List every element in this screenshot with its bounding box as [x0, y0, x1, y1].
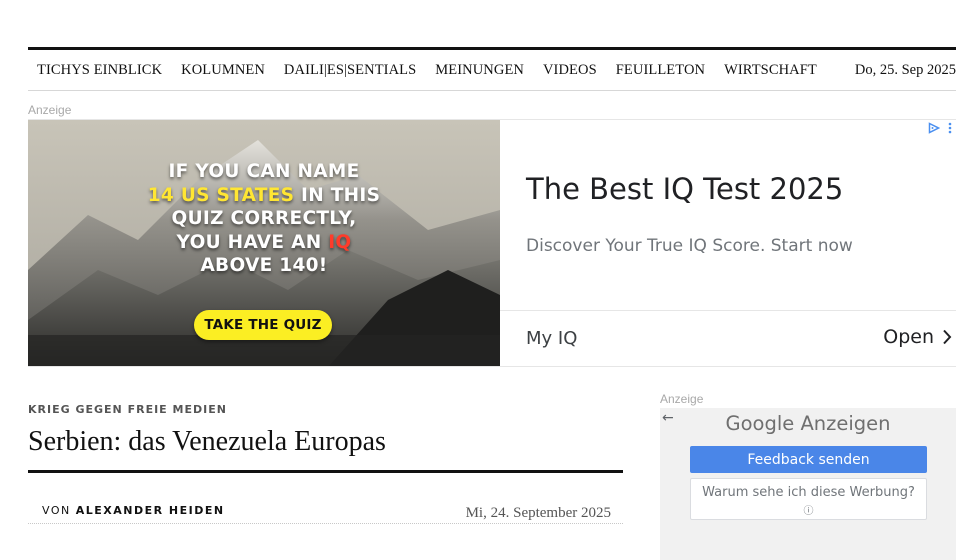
ad-brand[interactable]: My IQ	[526, 328, 577, 349]
adchoices-icon[interactable]	[928, 122, 940, 134]
byline-rule	[28, 523, 623, 524]
ad-headline-line-4-pre: YOU HAVE AN	[176, 231, 329, 253]
info-icon: ⓘ	[803, 506, 814, 517]
nav-item-meinungen[interactable]: MEINUNGEN	[435, 62, 524, 79]
ad-image[interactable]: IF YOU CAN NAME 14 US STATES IN THIS QUI…	[28, 120, 500, 367]
nav-item-kolumnen[interactable]: KOLUMNEN	[181, 62, 265, 79]
why-this-ad-button[interactable]: Warum sehe ich diese Werbung? ⓘ	[690, 478, 927, 520]
ad-label: Anzeige	[28, 103, 72, 117]
article-byline: VON ALEXANDER HEIDEN	[42, 504, 225, 517]
sidebar-ad-label: Anzeige	[660, 392, 704, 406]
ad-bottom-rule	[28, 366, 956, 367]
ad-text-panel[interactable]: The Best IQ Test 2025 Discover Your True…	[500, 120, 956, 367]
ad-choices[interactable]	[928, 122, 952, 134]
google-wordmark: Google	[725, 412, 795, 435]
sidebar-ad-feedback: ← Google Anzeigen Feedback senden Warum …	[660, 408, 956, 560]
nav-item-wirtschaft[interactable]: WIRTSCHAFT	[724, 62, 817, 79]
ad-title[interactable]: The Best IQ Test 2025	[526, 172, 843, 206]
article-kicker[interactable]: KRIEG GEGEN FREIE MEDIEN	[28, 403, 227, 416]
nav-item-videos[interactable]: VIDEOS	[543, 62, 597, 79]
ad-open-button[interactable]: Open	[883, 326, 952, 348]
byline-prefix: VON	[42, 504, 71, 517]
current-date: Do, 25. Sep 2025	[854, 61, 956, 78]
ad-description[interactable]: Discover Your True IQ Score. Start now	[526, 236, 853, 256]
more-vert-icon[interactable]	[948, 122, 952, 134]
ad-headline-line-3: QUIZ CORRECTLY,	[171, 208, 357, 229]
take-quiz-button[interactable]: TAKE THE QUIZ	[194, 310, 332, 340]
author-link[interactable]: ALEXANDER HEIDEN	[76, 504, 225, 517]
why-this-ad-label: Warum sehe ich diese Werbung?	[702, 485, 915, 500]
ad-headline-line-1: IF YOU CAN NAME	[168, 161, 360, 182]
anzeigen-text: Anzeigen	[800, 412, 891, 435]
article-headline: Serbien: das Venezuela Europas	[28, 426, 386, 457]
main-navigation: TICHYS EINBLICK KOLUMNEN DAILI|ES|SENTIA…	[28, 50, 956, 91]
ad-divider	[500, 310, 956, 311]
ad-headline-highlight-iq: IQ	[328, 231, 352, 253]
ad-headline-line-4: YOU HAVE AN IQ	[28, 231, 500, 255]
headline-rule	[28, 470, 623, 473]
ad-headline-line-2: 14 US STATES IN THIS	[28, 184, 500, 208]
banner-ad[interactable]: IF YOU CAN NAME 14 US STATES IN THIS QUI…	[28, 119, 956, 367]
google-ads-title: Google Anzeigen	[660, 412, 956, 435]
nav-item-dailiessentials[interactable]: DAILI|ES|SENTIALS	[284, 62, 416, 79]
ad-headline-line-5: ABOVE 140!	[200, 255, 328, 276]
publish-date: Mi, 24. September 2025	[465, 505, 611, 521]
nav-item-tichys-einblick[interactable]: TICHYS EINBLICK	[37, 62, 162, 79]
ad-headline-highlight-states: 14 US STATES	[147, 184, 295, 206]
send-feedback-button[interactable]: Feedback senden	[690, 446, 927, 473]
nav-item-feuilleton[interactable]: FEUILLETON	[616, 62, 705, 79]
chevron-right-icon	[943, 329, 952, 345]
ad-headline-line-2-rest: IN THIS	[294, 184, 381, 206]
ad-headline: IF YOU CAN NAME 14 US STATES IN THIS QUI…	[28, 160, 500, 278]
ad-open-label: Open	[883, 326, 934, 348]
